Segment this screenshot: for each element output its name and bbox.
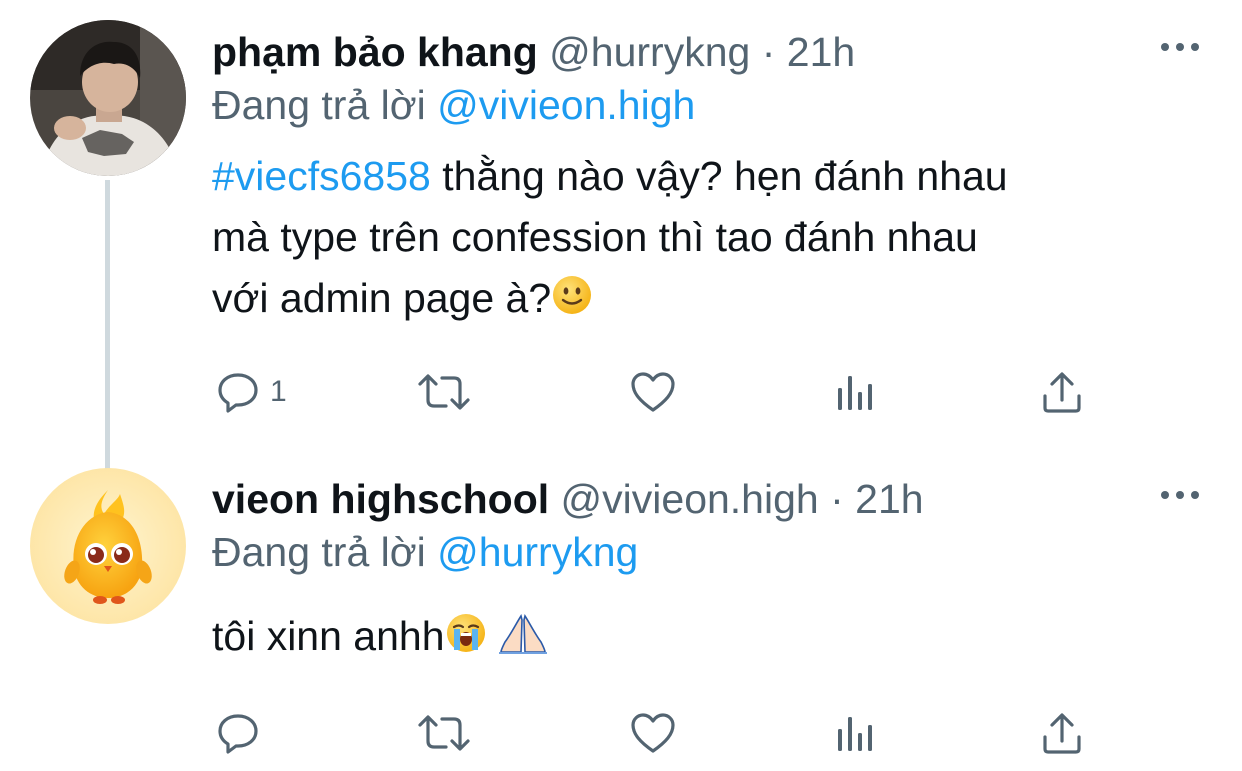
analytics-button[interactable]	[836, 367, 876, 417]
separator-dot: ·	[761, 29, 776, 75]
analytics-icon	[838, 376, 872, 410]
replying-to: Đang trả lời @hurrykng	[212, 527, 638, 577]
avatar[interactable]	[30, 20, 186, 176]
mention-link[interactable]: @hurrykng	[437, 529, 638, 575]
display-name[interactable]: phạm bảo khang	[212, 29, 538, 75]
reply-icon	[218, 373, 258, 413]
timestamp[interactable]: 21h	[787, 29, 855, 75]
more-options-icon[interactable]	[1160, 485, 1200, 505]
tweet[interactable]: vieon highschool @vivieon.high · 21h Đan…	[0, 460, 1242, 771]
tweet-text-line: tôi xinn anhh	[212, 613, 445, 659]
share-icon	[1043, 713, 1081, 754]
tweet-actions	[212, 708, 1112, 758]
retweet-icon	[418, 715, 470, 751]
tweet-actions: 1	[212, 367, 1112, 417]
user-handle[interactable]: @hurrykng	[549, 29, 750, 75]
slightly-smiling-face-emoji-icon	[551, 272, 593, 333]
separator-dot: ·	[830, 476, 844, 522]
timestamp[interactable]: 21h	[855, 476, 923, 522]
replying-to: Đang trả lời @vivieon.high	[212, 80, 695, 130]
share-button[interactable]	[1040, 367, 1084, 417]
more-options-icon[interactable]	[1160, 37, 1200, 57]
retweet-icon	[418, 374, 470, 410]
tweet-header: vieon highschool @vivieon.high · 21h	[212, 474, 924, 524]
tweet-header: phạm bảo khang @hurrykng · 21h	[212, 27, 855, 77]
hashtag-link[interactable]: #viecfs6858	[212, 153, 431, 199]
tweet-text-line: mà type trên confession thì tao đánh nha…	[212, 214, 978, 260]
share-icon	[1043, 372, 1081, 413]
user-handle[interactable]: @vivieon.high	[561, 476, 819, 522]
reply-count: 1	[270, 375, 287, 408]
like-button[interactable]	[630, 367, 676, 417]
analytics-icon	[838, 717, 872, 751]
tweet-text: tôi xinn anhh	[212, 606, 549, 667]
reply-icon	[218, 714, 258, 754]
replying-to-label: Đang trả lời	[212, 529, 426, 575]
tweet-text-line: thằng nào vậy? hẹn đánh nhau	[430, 153, 1008, 199]
like-button[interactable]	[630, 708, 676, 758]
display-name[interactable]: vieon highschool	[212, 476, 549, 522]
avatar[interactable]	[30, 468, 186, 624]
share-button[interactable]	[1040, 708, 1084, 758]
like-icon	[631, 372, 675, 412]
analytics-button[interactable]	[836, 708, 876, 758]
loudly-crying-face-emoji-icon	[445, 610, 487, 671]
mention-link[interactable]: @vivieon.high	[437, 82, 695, 128]
reply-button[interactable]: 1	[216, 367, 287, 417]
retweet-button[interactable]	[416, 708, 472, 758]
tweet-text: #viecfs6858 thằng nào vậy? hẹn đánh nhau…	[212, 146, 1008, 329]
tweet-text-line: với admin page à?	[212, 275, 552, 321]
reply-button[interactable]	[216, 708, 270, 758]
folded-hands-emoji-icon	[497, 610, 549, 671]
replying-to-label: Đang trả lời	[212, 82, 426, 128]
like-icon	[631, 713, 675, 753]
tweet[interactable]: phạm bảo khang @hurrykng · 21h Đang trả …	[0, 0, 1242, 460]
retweet-button[interactable]	[416, 367, 472, 417]
